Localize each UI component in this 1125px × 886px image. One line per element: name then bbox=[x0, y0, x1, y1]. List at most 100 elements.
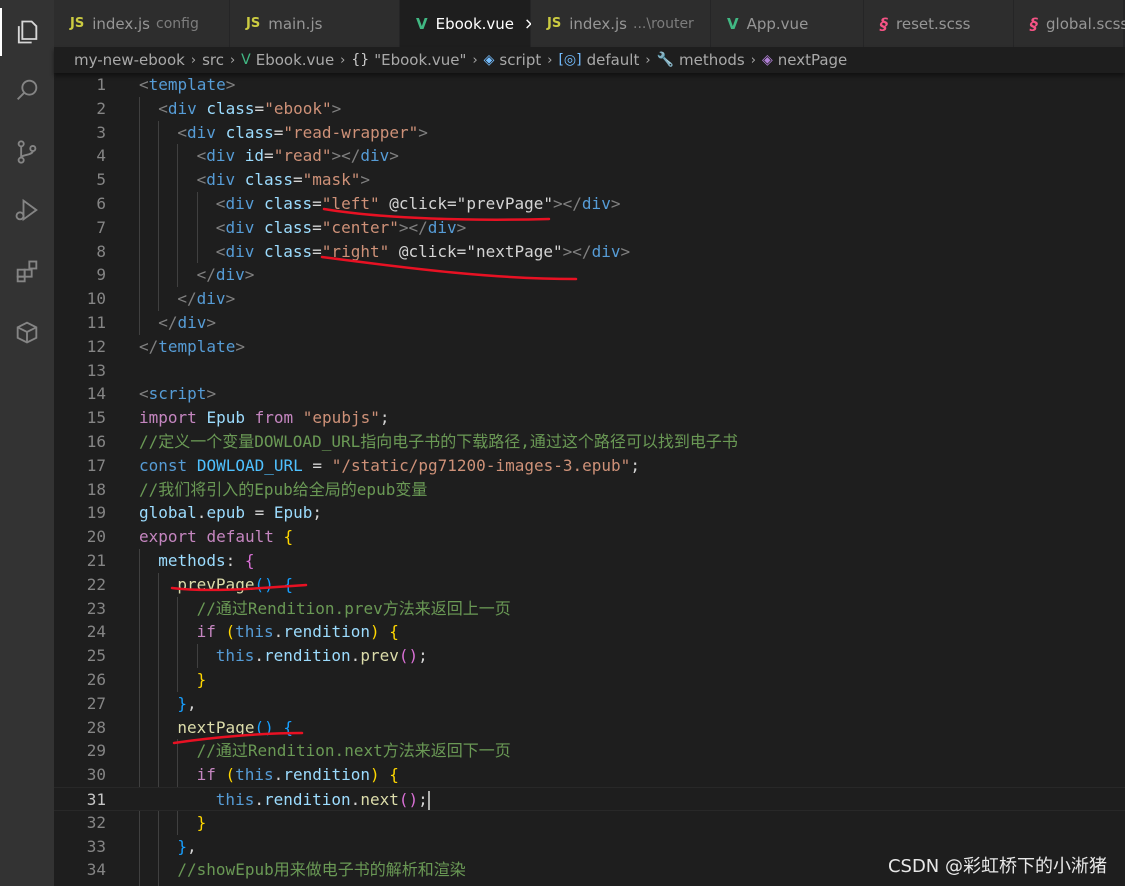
code-token: ></ bbox=[331, 146, 361, 166]
code-line[interactable]: 24 if (this.rendition) { bbox=[54, 620, 1125, 644]
code-line[interactable]: 7 <div class="center"></div> bbox=[54, 216, 1125, 240]
code-token: . bbox=[273, 622, 284, 642]
search-icon[interactable] bbox=[0, 66, 54, 114]
code-text: <div class="read-wrapper"> bbox=[177, 121, 428, 145]
code-line[interactable]: 5 <div class="mask"> bbox=[54, 168, 1125, 192]
code-text: import Epub from "epubjs"; bbox=[139, 406, 389, 430]
code-line[interactable]: 25 this.rendition.prev(); bbox=[54, 644, 1125, 668]
breadcrumb-item[interactable]: {} "Ebook.vue" bbox=[351, 51, 466, 69]
code-token: "right" bbox=[321, 241, 390, 261]
code-token: </ bbox=[196, 265, 216, 285]
line-number: 1 bbox=[96, 75, 106, 94]
tab-label: index.js bbox=[569, 14, 627, 33]
cube-icon: [◎] bbox=[558, 52, 582, 68]
code-line[interactable]: 17 const DOWLOAD_URL = "/static/pg71200-i… bbox=[54, 454, 1125, 478]
code-token: </ bbox=[158, 313, 178, 332]
tab-main-js[interactable]: JS main.js bbox=[230, 0, 400, 47]
code-token: : bbox=[225, 551, 245, 570]
code-text: this.rendition.next(); bbox=[216, 788, 430, 812]
source-control-icon[interactable] bbox=[0, 128, 54, 176]
code-token: () bbox=[254, 717, 274, 737]
breadcrumb-item[interactable]: my-new-ebook bbox=[74, 51, 185, 69]
breadcrumb-item[interactable]: src bbox=[202, 51, 224, 69]
code-line[interactable]: 26} bbox=[54, 668, 1125, 692]
breadcrumb-item[interactable]: ◈ nextPage bbox=[762, 51, 847, 69]
line-number: 27 bbox=[86, 693, 106, 713]
code-line[interactable]: 31 this.rendition.next(); bbox=[54, 787, 1125, 811]
tab-index-js[interactable]: JS index.js config bbox=[54, 0, 230, 47]
code-line[interactable]: 12 </template> bbox=[54, 335, 1125, 359]
code-line[interactable]: 35 showEpub() { bbox=[54, 882, 1125, 886]
code-line[interactable]: 22 prevPage() { bbox=[54, 573, 1125, 597]
code-token: DOWLOAD_URL bbox=[196, 455, 303, 475]
code-line[interactable]: 18 //我们将引入的Epub给全局的epub变量 bbox=[54, 478, 1125, 502]
code-line[interactable]: 23 //通过Rendition.prev方法来返回上一页 bbox=[54, 597, 1125, 621]
code-token: methods bbox=[158, 551, 226, 570]
code-line[interactable]: 11 </div> bbox=[54, 311, 1125, 335]
breadcrumb-item[interactable]: 🔧 methods bbox=[657, 51, 745, 69]
line-number: 3 bbox=[96, 122, 106, 142]
code-line[interactable]: 13 bbox=[54, 359, 1125, 383]
code-text: <template> bbox=[139, 73, 235, 97]
code-token: "epubjs" bbox=[302, 408, 380, 428]
tab-app-vue[interactable]: V App.vue bbox=[711, 0, 864, 47]
code-token: " bbox=[543, 194, 554, 213]
tab-reset-scss[interactable]: § reset.scss bbox=[864, 0, 1014, 47]
breadcrumb-item[interactable]: V Ebook.vue bbox=[241, 51, 334, 69]
code-line[interactable]: 4 <div id="read"></div> bbox=[54, 144, 1125, 168]
tab-label: Ebook.vue bbox=[435, 14, 515, 33]
code-text: }, bbox=[177, 692, 196, 716]
code-token: ; bbox=[312, 503, 323, 523]
code-token: } bbox=[196, 670, 207, 689]
code-line[interactable]: 8 <div class="right" @click="nextPage"></… bbox=[54, 240, 1125, 264]
code-line[interactable]: 2 <div class="ebook"> bbox=[54, 97, 1125, 121]
breadcrumb-item[interactable]: ◈ script bbox=[484, 51, 542, 69]
code-token: ></ bbox=[398, 217, 428, 237]
code-line[interactable]: 9 </div> bbox=[54, 263, 1125, 287]
run-debug-icon[interactable] bbox=[0, 186, 54, 234]
code-line[interactable]: 3 <div class="read-wrapper"> bbox=[54, 121, 1125, 145]
code-token: this bbox=[235, 765, 274, 785]
code-editor[interactable]: 35showEpub() {34//showEpub用来做电子书的解析和渲染33… bbox=[54, 73, 1125, 886]
breadcrumb-item[interactable]: [◎] default bbox=[558, 51, 639, 69]
code-line[interactable]: 32} bbox=[54, 811, 1125, 835]
code-line[interactable]: 19 global.epub = Epub; bbox=[54, 501, 1125, 525]
code-text: global.epub = Epub; bbox=[139, 501, 322, 525]
tab-global-scss[interactable]: § global.scss bbox=[1014, 0, 1125, 47]
code-token: = bbox=[312, 194, 322, 213]
explorer-icon[interactable] bbox=[0, 8, 54, 56]
code-line[interactable]: 16 //定义一个变量DOWLOAD_URL指向电子书的下载路径,通过这个路径可以… bbox=[54, 430, 1125, 454]
code-line[interactable]: 10 </div> bbox=[54, 287, 1125, 311]
code-line[interactable]: 29 //通过Rendition.next方法来返回下一页 bbox=[54, 739, 1125, 763]
code-token: () bbox=[398, 790, 419, 809]
code-token: </ bbox=[177, 289, 197, 309]
tab-label: main.js bbox=[268, 14, 323, 33]
code-line[interactable]: 20 export default { bbox=[54, 525, 1125, 549]
code-line[interactable]: 15 import Epub from "epubjs"; bbox=[54, 406, 1125, 430]
code-token: = bbox=[254, 98, 265, 118]
code-line[interactable]: 30 if (this.rendition) { bbox=[54, 763, 1125, 787]
code-line[interactable]: 14 <script> bbox=[54, 382, 1125, 406]
code-token: ( bbox=[225, 622, 236, 642]
tab-description: config bbox=[156, 15, 199, 32]
code-token: div bbox=[196, 289, 226, 309]
code-line[interactable]: 6 <div class="left" @click="prevPage"></d… bbox=[54, 192, 1125, 216]
code-line[interactable]: 28 nextPage() { bbox=[54, 716, 1125, 740]
remote-explorer-icon[interactable] bbox=[0, 308, 54, 356]
tab-index-js[interactable]: JS index.js ...\router bbox=[531, 0, 711, 47]
tab-ebook-vue[interactable]: VEbook.vue× bbox=[400, 0, 537, 47]
code-line[interactable]: 21 methods: { bbox=[54, 549, 1125, 573]
code-line[interactable]: 27}, bbox=[54, 692, 1125, 716]
code-token: ; bbox=[418, 790, 428, 809]
code-token: rendition bbox=[263, 790, 351, 809]
code-token: < bbox=[158, 98, 168, 118]
extensions-icon[interactable] bbox=[0, 248, 54, 296]
line-number: 9 bbox=[96, 265, 106, 285]
code-line[interactable]: 1 <template> bbox=[54, 73, 1125, 97]
code-token: > bbox=[620, 241, 631, 261]
code-token: @click bbox=[389, 194, 448, 213]
